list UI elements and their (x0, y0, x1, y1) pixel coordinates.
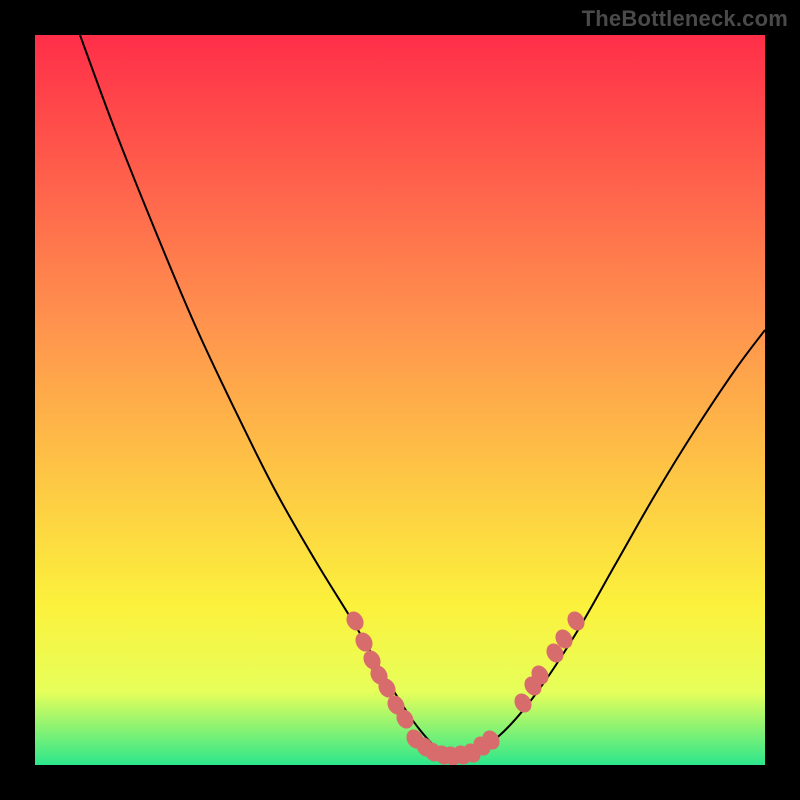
chart-frame: TheBottleneck.com (0, 0, 800, 800)
chart-svg (35, 35, 765, 765)
gradient-background (35, 35, 765, 765)
watermark-text: TheBottleneck.com (582, 6, 788, 32)
plot-area (35, 35, 765, 765)
